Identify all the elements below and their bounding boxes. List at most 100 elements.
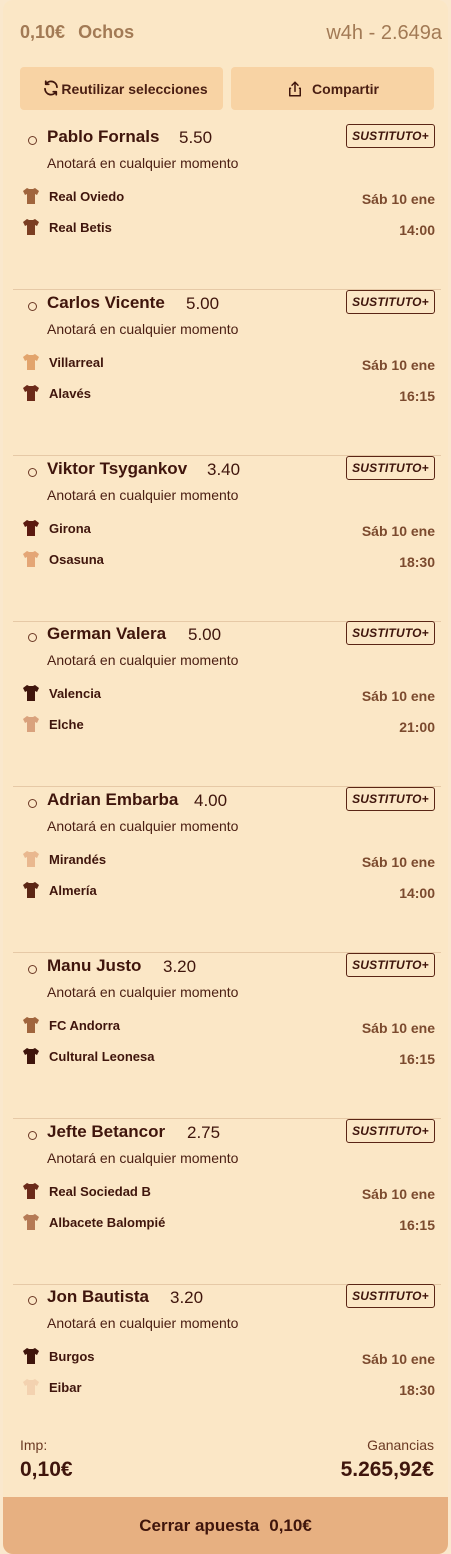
- reuse-selections-button[interactable]: Reutilizar selecciones: [20, 67, 223, 110]
- selection-leg: Jon Bautista 3.20 SUSTITUTO+ Anotará en cua…: [13, 1284, 441, 1450]
- home-shirt-icon: [21, 518, 41, 538]
- away-team-name: Osasuna: [49, 551, 104, 567]
- substitute-badge[interactable]: SUSTITUTO+: [346, 1119, 435, 1143]
- bet-slip-card: 0,10€ Ochos w4h - 2.649a Reutilizar sele…: [3, 0, 448, 1554]
- selection-radio[interactable]: [28, 799, 37, 808]
- selection-leg: Jefte Betancor 2.75 SUSTITUTO+ Anotará en c…: [13, 1119, 441, 1285]
- away-shirt-icon: [21, 549, 41, 569]
- selection-leg: Pablo Fornals 5.50 SUSTITUTO+ Anotará en cu…: [13, 124, 441, 290]
- home-team: Mirandés: [21, 848, 106, 870]
- away-shirt-icon: [21, 880, 41, 900]
- home-team-name: Girona: [49, 520, 91, 536]
- selection-radio[interactable]: [28, 468, 37, 477]
- match-time: 18:30: [399, 554, 435, 570]
- home-team-name: Mirandés: [49, 851, 107, 867]
- cash-out-button[interactable]: Cerrar apuesta 0,10€: [3, 1497, 448, 1554]
- home-team: Burgos: [21, 1345, 95, 1367]
- away-team-name: Eibar: [49, 1379, 82, 1395]
- home-team-name: Villarreal: [49, 354, 104, 370]
- share-icon: [289, 81, 302, 96]
- away-shirt-icon: [21, 1046, 41, 1066]
- away-team: Alavés: [21, 382, 91, 404]
- cash-out-label: Cerrar apuesta: [139, 1515, 260, 1535]
- home-team: FC Andorra: [21, 1014, 120, 1036]
- match-time: 16:15: [399, 388, 435, 404]
- home-team: Valencia: [21, 682, 101, 704]
- match-date: Sáb 10 ene: [361, 1351, 435, 1367]
- match-date: Sáb 10 ene: [361, 1020, 435, 1036]
- away-team: Elche: [21, 713, 84, 735]
- home-shirt-icon: [21, 1015, 41, 1035]
- selection-radio[interactable]: [28, 965, 37, 974]
- home-shirt-icon: [21, 849, 41, 869]
- home-shirt-icon: [21, 352, 41, 372]
- selection-odds: 5.00: [186, 294, 220, 313]
- home-team-name: Burgos: [49, 1348, 95, 1364]
- market-name: Anotará en cualquier momento: [47, 984, 239, 1000]
- market-name: Anotará en cualquier momento: [47, 652, 239, 668]
- market-name: Anotará en cualquier momento: [47, 818, 239, 834]
- substitute-badge[interactable]: SUSTITUTO+: [346, 456, 435, 480]
- away-team: Real Betis: [21, 216, 112, 238]
- away-team: Albacete Balompié: [21, 1211, 165, 1233]
- substitute-badge[interactable]: SUSTITUTO+: [346, 621, 435, 645]
- ticket-id: w4h - 2.649a: [326, 22, 442, 44]
- selection-radio[interactable]: [28, 633, 37, 642]
- selection-odds: 2.75: [187, 1123, 221, 1142]
- home-team-name: FC Andorra: [49, 1017, 121, 1033]
- match-time: 14:00: [399, 222, 435, 238]
- selection-radio[interactable]: [28, 1296, 37, 1305]
- match-time: 21:00: [399, 719, 435, 735]
- away-team-name: Elche: [49, 716, 84, 732]
- match-date: Sáb 10 ene: [361, 191, 435, 207]
- selection-radio[interactable]: [28, 1131, 37, 1140]
- selection-radio[interactable]: [28, 136, 37, 145]
- selection-leg: Adrian Embarba 4.00 SUSTITUTO+ Anotará en c…: [13, 787, 441, 953]
- market-name: Anotará en cualquier momento: [47, 487, 239, 503]
- selection-odds: 5.00: [188, 625, 222, 644]
- substitute-badge[interactable]: SUSTITUTO+: [346, 1284, 435, 1308]
- substitute-badge[interactable]: SUSTITUTO+: [346, 787, 435, 811]
- selection-radio[interactable]: [28, 302, 37, 311]
- match-time: 16:15: [399, 1051, 435, 1067]
- selection-odds: 4.00: [194, 791, 228, 810]
- market-name: Anotará en cualquier momento: [47, 1315, 239, 1331]
- player-name: German Valera: [47, 624, 167, 643]
- player-name: Jon Bautista: [47, 1287, 150, 1306]
- stake-amount: 0,10€: [20, 22, 66, 42]
- match-date: Sáb 10 ene: [361, 523, 435, 539]
- home-team-name: Real Oviedo: [49, 188, 125, 204]
- market-name: Anotará en cualquier momento: [47, 1150, 239, 1166]
- winnings-label: Ganancias: [367, 1437, 434, 1453]
- bet-summary: 0,10€ Ochos: [20, 22, 142, 43]
- home-shirt-icon: [21, 1181, 41, 1201]
- market-name: Anotará en cualquier momento: [47, 321, 239, 337]
- home-shirt-icon: [21, 683, 41, 703]
- bet-type: Ochos: [78, 22, 135, 42]
- away-shirt-icon: [21, 714, 41, 734]
- away-team-name: Real Betis: [49, 219, 112, 235]
- selection-odds: 3.20: [163, 957, 197, 976]
- refresh-icon: [44, 80, 58, 96]
- selection-leg: Carlos Vicente 5.00 SUSTITUTO+ Anotará en c…: [13, 290, 441, 456]
- home-shirt-icon: [21, 1346, 41, 1366]
- selection-odds: 3.40: [207, 460, 241, 479]
- away-team-name: Cultural Leonesa: [49, 1048, 155, 1064]
- match-date: Sáb 10 ene: [361, 357, 435, 373]
- substitute-badge[interactable]: SUSTITUTO+: [346, 953, 435, 977]
- winnings-value: 5.265,92€: [340, 1458, 434, 1481]
- away-team-name: Almería: [49, 882, 97, 898]
- substitute-badge[interactable]: SUSTITUTO+: [346, 290, 435, 314]
- stake-label: Imp:: [20, 1437, 48, 1453]
- away-team-name: Alavés: [49, 385, 91, 401]
- match-time: 14:00: [399, 885, 435, 901]
- player-name: Manu Justo: [47, 956, 142, 975]
- selection-leg: Manu Justo 3.20 SUSTITUTO+ Anotará en cualq…: [13, 953, 441, 1119]
- player-name: Adrian Embarba: [47, 790, 179, 809]
- share-button[interactable]: Compartir: [231, 67, 434, 110]
- home-team: Real Oviedo: [21, 185, 124, 207]
- match-time: 16:15: [399, 1217, 435, 1233]
- away-shirt-icon: [21, 383, 41, 403]
- stake-value: 0,10€: [20, 1458, 73, 1481]
- substitute-badge[interactable]: SUSTITUTO+: [346, 124, 435, 148]
